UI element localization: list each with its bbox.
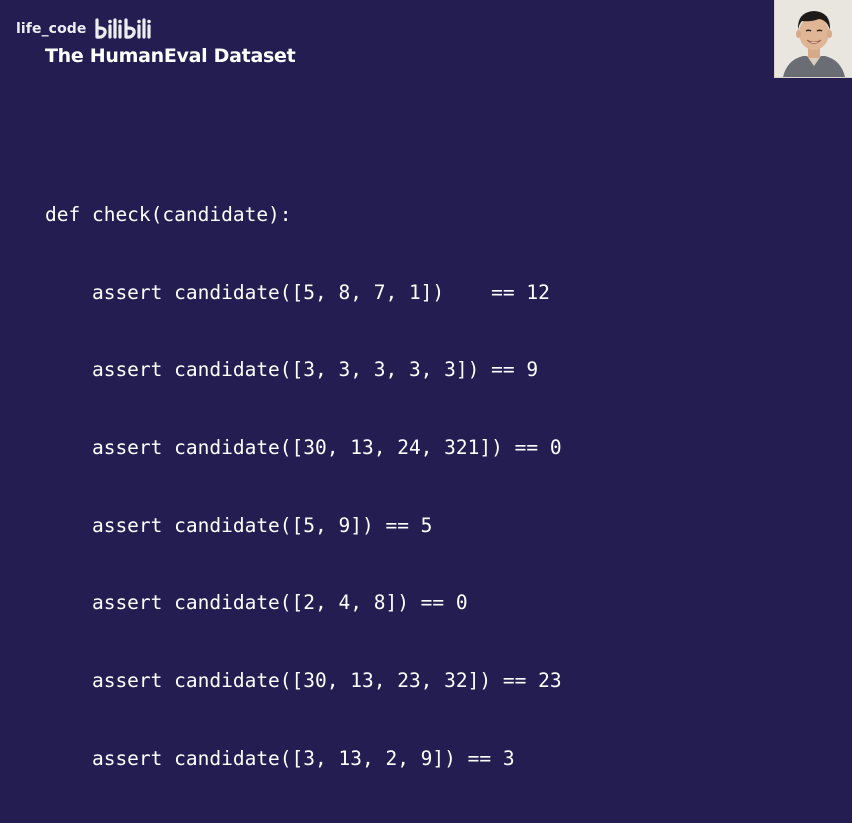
code-line: assert candidate([3, 13, 2, 9]) == 3 xyxy=(45,746,515,770)
code-line: assert candidate([3, 3, 3, 3, 3]) == 9 xyxy=(45,358,539,382)
channel-watermark: life_code xyxy=(16,17,157,41)
channel-name: life_code xyxy=(16,21,87,37)
code-line: assert candidate([30, 13, 24, 321]) == 0 xyxy=(45,435,562,459)
code-line: assert candidate([2, 4, 8]) == 0 xyxy=(45,591,468,615)
slide-title: The HumanEval Dataset xyxy=(45,45,296,67)
bilibili-logo-icon xyxy=(94,18,151,39)
code-line: assert candidate([5, 8, 7, 1]) == 12 xyxy=(45,280,550,304)
code-line: assert candidate([30, 13, 23, 32]) == 23 xyxy=(45,669,562,693)
code-line: def check(candidate): xyxy=(45,202,292,226)
code-line: assert candidate([5, 9]) == 5 xyxy=(45,513,433,537)
slide: life_code The HumanEval Dataset def chec… xyxy=(0,0,852,770)
code-block: def check(candidate): assert candidate([… xyxy=(45,150,562,823)
presenter-photo-icon xyxy=(775,0,852,77)
presenter-avatar xyxy=(774,0,852,78)
